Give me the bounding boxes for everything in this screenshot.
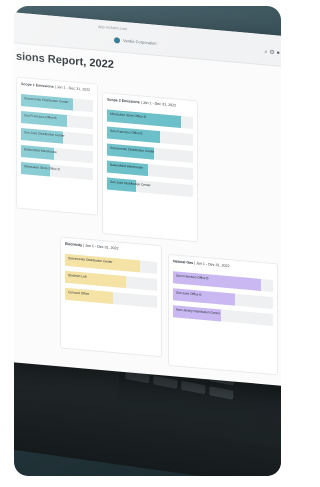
bar-row[interactable]: Milwaukee Store Office B — [21, 161, 93, 181]
panel-subtitle: | Jan 1 - Dec 31, 2022 — [140, 100, 177, 108]
bar-row[interactable]: Stockton Lab — [65, 270, 157, 291]
panel-subtitle: | Jan 1 - Dec 31, 2022 — [194, 261, 230, 269]
app-logo: Verdia Corporation — [114, 37, 156, 47]
panel-title: Electricity | Jan 1 - Dec 31, 2022 — [65, 242, 118, 251]
toolbar-icons[interactable]: ⌕ ⚙ ● — [264, 48, 280, 57]
panel-subtitle: | Jan 1 - Dec 31, 2022 — [83, 243, 119, 251]
key — [181, 380, 206, 395]
report-title: sions Report, 2022 — [16, 50, 114, 72]
bar-row[interactable]: Bakersfield Warehouse — [107, 160, 193, 181]
laptop-screen: app.reclaim.com Verdia Corporation ⌕ ⚙ ●… — [14, 12, 281, 389]
panel-natural-gas: Natural Gas | Jan 1 - Dec 31, 2022 San F… — [168, 253, 278, 376]
bar-row[interactable]: Concord Office — [65, 287, 157, 308]
bar-row[interactable]: Sacramento Distribution Center — [65, 253, 157, 274]
panel-title-text: Natural Gas — [173, 259, 194, 266]
bar-row[interactable]: Bakersfield Warehouse — [21, 144, 93, 164]
panel-title: Natural Gas | Jan 1 - Dec 31, 2022 — [173, 259, 229, 268]
panel-title: Scope 2 Emissions | Jan 1 - Dec 31, 2022 — [107, 97, 176, 107]
panel-scope1: Scope 1 Emissions | Jan 1 - Dec 31, 2022… — [16, 76, 98, 216]
bar-row[interactable]: Milwaukee Store Office B — [107, 109, 193, 130]
panel-title-text: Scope 1 Emissions — [21, 81, 54, 89]
logo-icon — [114, 37, 120, 44]
laptop: app.reclaim.com Verdia Corporation ⌕ ⚙ ●… — [14, 6, 281, 476]
url-bar[interactable]: app.reclaim.com — [98, 24, 127, 32]
panel-title-text: Scope 2 Emissions — [107, 97, 140, 105]
bar-row[interactable]: New Jersey Distribution Center — [173, 305, 273, 327]
bar-row[interactable]: San Francisco Office B — [107, 126, 193, 147]
logo-text: Verdia Corporation — [123, 37, 157, 46]
bar-row[interactable]: San Francisco Office B — [21, 110, 93, 130]
panel-subtitle: | Jan 1 - Dec 31, 2022 — [54, 84, 91, 93]
bar-row[interactable]: San Jose Distribution Center — [21, 127, 93, 147]
panel-title-text: Electricity — [65, 241, 83, 248]
bar-row[interactable]: Sacramento Distribution Center — [21, 93, 93, 113]
key — [209, 386, 234, 400]
bar-row[interactable]: Sacramento Distribution Center — [107, 143, 193, 164]
screenshot-card: app.reclaim.com Verdia Corporation ⌕ ⚙ ●… — [14, 6, 281, 476]
panel-electricity: Electricity | Jan 1 - Dec 31, 2022 Sacra… — [60, 236, 162, 358]
panel-title: Scope 1 Emissions | Jan 1 - Dec 31, 2022 — [21, 82, 90, 92]
panel-scope2: Scope 2 Emissions | Jan 1 - Dec 31, 2022… — [102, 92, 198, 243]
key — [153, 375, 178, 389]
bar-row[interactable]: San Jose Distribution Center — [107, 177, 193, 198]
